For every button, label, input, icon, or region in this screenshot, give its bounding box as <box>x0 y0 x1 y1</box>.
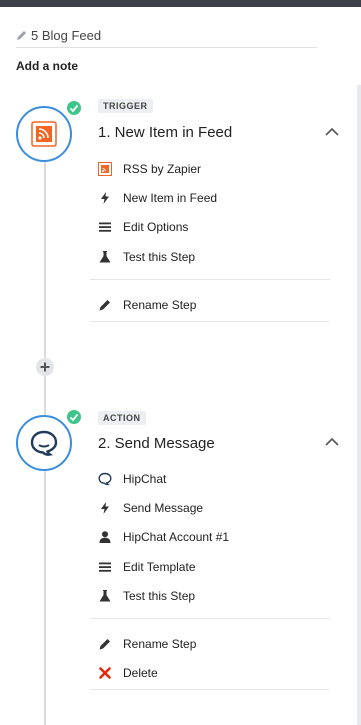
add-step-button[interactable] <box>36 358 54 376</box>
flask-icon <box>99 251 111 263</box>
step-options-row[interactable]: Edit Options <box>98 218 330 238</box>
rss-icon <box>98 162 112 176</box>
step-template-label: Edit Template <box>123 560 196 574</box>
close-icon <box>99 667 111 679</box>
step-title[interactable]: 1. New Item in Feed <box>98 124 232 141</box>
rename-step-button[interactable]: Rename Step <box>98 635 330 655</box>
step-app-row[interactable]: RSS by Zapier <box>98 160 330 180</box>
action-step-badge[interactable] <box>16 415 72 471</box>
rename-step-button[interactable]: Rename Step <box>98 296 330 316</box>
zap-title: 5 Blog Feed <box>31 28 102 43</box>
bolt-icon <box>101 502 109 514</box>
step-options-label: Edit Options <box>123 220 189 234</box>
step-complete-check-icon <box>65 99 83 117</box>
plus-icon <box>40 362 50 372</box>
step-app-label: RSS by Zapier <box>123 162 202 176</box>
pencil-icon <box>99 300 110 311</box>
list-icon <box>99 562 111 572</box>
rss-icon <box>31 121 57 147</box>
pencil-icon <box>17 31 26 40</box>
rename-step-label: Rename Step <box>123 298 197 312</box>
flask-icon <box>99 590 111 602</box>
chevron-up-icon[interactable] <box>325 127 339 137</box>
divider <box>90 618 330 619</box>
step-complete-check-icon <box>65 408 83 426</box>
step-title[interactable]: 2. Send Message <box>98 435 215 452</box>
delete-step-button[interactable]: Delete <box>98 664 330 684</box>
step-app-row[interactable]: HipChat <box>98 470 330 490</box>
step-type-badge: ACTION <box>98 411 146 425</box>
step-test-row[interactable]: Test this Step <box>98 587 330 607</box>
scrollbar-track[interactable] <box>357 85 361 725</box>
zap-title-field[interactable]: 5 Blog Feed <box>16 27 317 48</box>
divider <box>90 279 330 280</box>
rename-step-label: Rename Step <box>123 637 197 651</box>
user-icon <box>99 531 111 543</box>
step-app-label: HipChat <box>123 472 167 486</box>
step-test-row[interactable]: Test this Step <box>98 248 330 268</box>
delete-step-label: Delete <box>123 666 158 680</box>
chevron-up-icon[interactable] <box>325 437 339 447</box>
step-event-label: New Item in Feed <box>123 191 218 205</box>
step-event-label: Send Message <box>123 501 204 515</box>
step-type-badge: TRIGGER <box>98 99 153 113</box>
divider <box>90 321 330 322</box>
hipchat-icon <box>98 472 112 486</box>
add-note-link[interactable]: Add a note <box>16 59 78 73</box>
pencil-icon <box>99 639 110 650</box>
divider <box>90 689 330 690</box>
step-account-row[interactable]: HipChat Account #1 <box>98 528 330 548</box>
bolt-icon <box>101 192 109 204</box>
step-event-row[interactable]: Send Message <box>98 499 330 519</box>
step-account-label: HipChat Account #1 <box>123 530 230 544</box>
step-test-label: Test this Step <box>123 589 196 603</box>
step-template-row[interactable]: Edit Template <box>98 558 330 578</box>
hipchat-icon <box>30 430 58 456</box>
step-test-label: Test this Step <box>123 250 196 264</box>
step-event-row[interactable]: New Item in Feed <box>98 189 330 209</box>
top-bar <box>0 0 361 7</box>
list-icon <box>99 222 111 232</box>
trigger-step-badge[interactable] <box>16 106 72 162</box>
